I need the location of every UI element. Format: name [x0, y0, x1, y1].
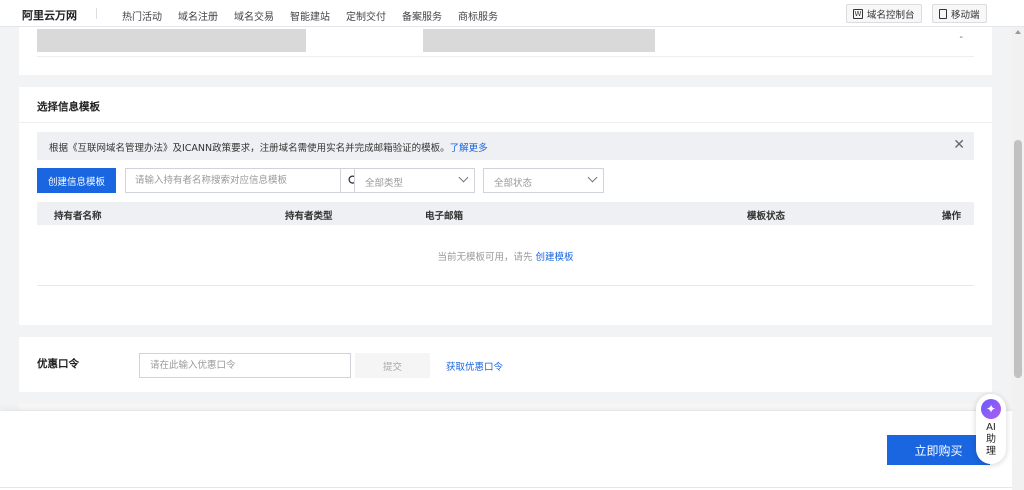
scroll-up-icon[interactable]	[1015, 30, 1021, 34]
value-dash: -	[959, 32, 963, 43]
nav-link-trade[interactable]: 域名交易	[234, 8, 274, 23]
close-icon[interactable]: ✕	[953, 138, 965, 152]
empty-state: 当前无模板可用，请先 创建模板	[19, 249, 992, 263]
divider	[37, 285, 974, 286]
divider	[37, 56, 974, 57]
scrollbar-thumb[interactable]	[1014, 140, 1022, 378]
nav-links: 热门活动 域名注册 域名交易 智能建站 定制交付 备案服务 商标服务	[122, 8, 498, 23]
template-section: 选择信息模板 根据《互联网域名管理办法》及ICANN政策要求，注册域名需使用实名…	[19, 87, 992, 325]
learn-more-link[interactable]: 了解更多	[450, 143, 488, 154]
ai-assistant-label: AI助理	[986, 422, 996, 457]
mobile-label: 移动端	[951, 9, 980, 21]
table-header: 持有者名称 持有者类型 电子邮箱 模板状态 操作	[37, 202, 974, 225]
coupon-submit-button[interactable]: 提交	[355, 353, 430, 378]
get-coupon-link[interactable]: 获取优惠口令	[446, 359, 503, 373]
coupon-section: 优惠口令 提交 获取优惠口令	[19, 337, 992, 392]
loading-placeholder	[37, 29, 306, 52]
nav-link-custom[interactable]: 定制交付	[346, 8, 386, 23]
status-select-value: 全部状态	[494, 178, 533, 189]
top-nav: 阿里云万网 热门活动 域名注册 域名交易 智能建站 定制交付 备案服务 商标服务…	[0, 0, 1024, 27]
phone-icon	[939, 8, 947, 19]
template-search-input[interactable]	[126, 169, 321, 192]
nav-link-hot[interactable]: 热门活动	[122, 8, 162, 23]
divider	[19, 122, 992, 123]
ai-sparkle-icon: ✦	[981, 399, 1001, 419]
empty-text: 当前无模板可用，请先	[437, 252, 533, 263]
divider	[0, 487, 1012, 488]
coupon-input[interactable]	[139, 353, 351, 378]
mobile-button[interactable]: 移动端	[932, 4, 987, 23]
create-template-button[interactable]: 创建信息模板	[37, 168, 116, 193]
coupon-label: 优惠口令	[37, 358, 79, 370]
ai-assistant-button[interactable]: ✦ AI助理	[976, 394, 1006, 464]
brand-logo[interactable]: 阿里云万网	[22, 7, 77, 23]
type-select-value: 全部类型	[365, 178, 404, 189]
search-box	[125, 168, 366, 193]
status-select[interactable]: 全部状态	[483, 168, 604, 193]
footer-bar: 立即购买	[0, 410, 1012, 490]
nav-link-trademark[interactable]: 商标服务	[458, 8, 498, 23]
domain-console-label: 域名控制台	[867, 9, 915, 21]
create-template-link[interactable]: 创建模板	[536, 252, 574, 263]
chevron-down-icon	[458, 172, 469, 183]
col-holder-name: 持有者名称	[54, 211, 102, 222]
notice-text: 根据《互联网域名管理办法》及ICANN政策要求，注册域名需使用实名并完成邮箱验证…	[49, 143, 450, 154]
buy-now-button[interactable]: 立即购买	[887, 435, 990, 465]
domain-info-card: -	[19, 27, 992, 75]
chevron-down-icon	[587, 172, 598, 183]
nav-link-icp[interactable]: 备案服务	[402, 8, 442, 23]
console-icon: W	[853, 8, 863, 19]
col-status: 模板状态	[747, 211, 786, 222]
domain-console-button[interactable]: W 域名控制台	[846, 4, 922, 23]
col-email: 电子邮箱	[425, 211, 464, 222]
nav-link-register[interactable]: 域名注册	[178, 8, 218, 23]
nav-divider	[96, 8, 97, 19]
section-title: 选择信息模板	[37, 101, 100, 113]
col-actions: 操作	[942, 211, 962, 222]
notice-banner: 根据《互联网域名管理办法》及ICANN政策要求，注册域名需使用实名并完成邮箱验证…	[37, 132, 974, 160]
nav-link-site[interactable]: 智能建站	[290, 8, 330, 23]
col-holder-type: 持有者类型	[285, 211, 333, 222]
type-select[interactable]: 全部类型	[354, 168, 475, 193]
scrollbar[interactable]	[1012, 27, 1024, 490]
loading-placeholder	[423, 29, 655, 52]
